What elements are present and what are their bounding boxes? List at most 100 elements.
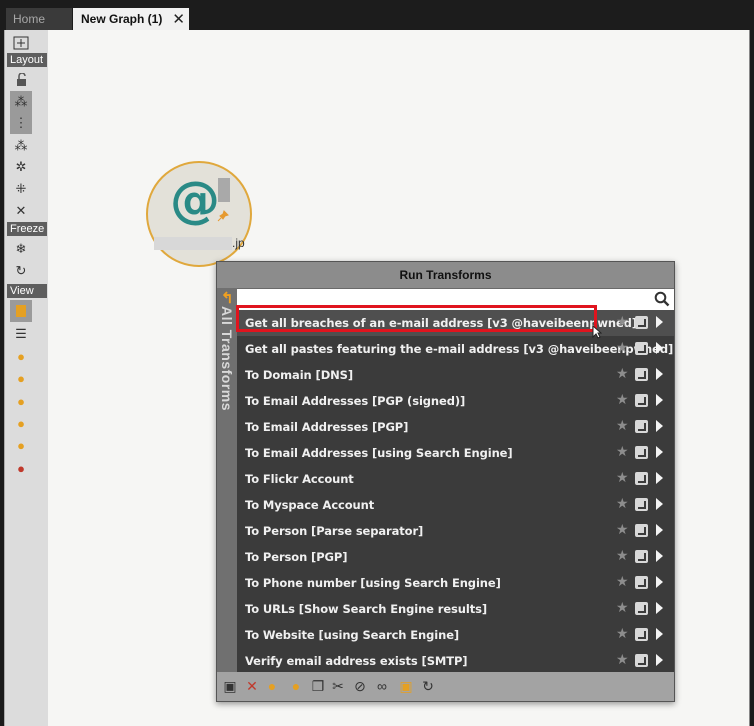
star-icon[interactable]: ★ xyxy=(616,391,629,408)
cut-icon[interactable]: ✂ xyxy=(329,677,347,695)
transform-row[interactable]: To Email Addresses [using Search Engine]… xyxy=(237,440,674,466)
refresh-icon[interactable]: ↻ xyxy=(10,260,32,282)
star-icon[interactable]: ★ xyxy=(616,521,629,538)
star-icon[interactable]: ★ xyxy=(616,547,629,564)
star-icon[interactable]: ★ xyxy=(616,651,629,668)
expand-arrow-icon[interactable] xyxy=(656,446,663,458)
transform-row[interactable]: To Email Addresses [PGP] ★ xyxy=(237,414,674,440)
view-normal-icon[interactable] xyxy=(10,300,32,322)
rank-incoming-icon[interactable]: ● xyxy=(10,367,32,389)
transform-row[interactable]: To Domain [DNS] ★ xyxy=(237,362,674,388)
star-icon[interactable]: ★ xyxy=(616,573,629,590)
expand-arrow-icon[interactable] xyxy=(656,654,663,666)
run-transform-icon[interactable] xyxy=(635,368,648,381)
rank-entity-icon[interactable]: ● xyxy=(10,457,32,479)
transform-row[interactable]: To Phone number [using Search Engine] ★ xyxy=(237,570,674,596)
run-transform-icon[interactable] xyxy=(635,576,648,589)
attach-icon[interactable]: ⊘ xyxy=(351,677,369,695)
star-icon[interactable]: ★ xyxy=(616,625,629,642)
expand-arrow-icon[interactable] xyxy=(656,368,663,380)
run-transform-icon[interactable] xyxy=(635,524,648,537)
search-icon[interactable] xyxy=(654,291,670,307)
unlock-icon[interactable] xyxy=(10,69,32,91)
layout-hierarchical-icon[interactable]: ⋮ xyxy=(10,112,32,134)
tab-new-graph[interactable]: New Graph (1) ✕ xyxy=(73,8,189,30)
cursor-icon xyxy=(592,324,603,342)
run-transform-icon[interactable] xyxy=(635,602,648,615)
transform-row[interactable]: To Myspace Account ★ xyxy=(237,492,674,518)
transform-list: Get all breaches of an e-mail address [v… xyxy=(237,310,674,672)
all-transforms-label[interactable]: All Transforms xyxy=(218,306,236,436)
transform-manager-icon[interactable]: ▣ xyxy=(221,677,239,695)
expand-arrow-icon[interactable] xyxy=(656,576,663,588)
delete-icon[interactable]: ✕ xyxy=(243,677,261,695)
run-transform-icon[interactable] xyxy=(635,628,648,641)
layout-block-icon[interactable]: ⁂ xyxy=(10,91,32,113)
transform-row[interactable]: To Person [PGP] ★ xyxy=(237,544,674,570)
expand-arrow-icon[interactable] xyxy=(656,420,663,432)
star-icon[interactable]: ★ xyxy=(616,469,629,486)
back-icon[interactable]: ↰ xyxy=(221,289,234,307)
star-icon[interactable]: ★ xyxy=(616,365,629,382)
expand-arrow-icon[interactable] xyxy=(656,550,663,562)
layout-circular-icon[interactable]: ✲ xyxy=(10,156,32,178)
transform-row[interactable]: To Website [using Search Engine] ★ xyxy=(237,622,674,648)
close-icon[interactable]: ✕ xyxy=(172,10,185,28)
run-transform-icon[interactable] xyxy=(635,472,648,485)
layout-interactive-icon[interactable]: ✕ xyxy=(10,200,32,222)
layout-organic-icon[interactable]: ⁜ xyxy=(10,178,32,200)
transform-label: To URLs [Show Search Engine results] xyxy=(245,602,488,616)
expand-arrow-icon[interactable] xyxy=(656,394,663,406)
star-icon[interactable]: ★ xyxy=(616,417,629,434)
rank-links-icon[interactable]: ● xyxy=(10,412,32,434)
expand-arrow-icon[interactable] xyxy=(656,602,663,614)
transform-row[interactable]: To Email Addresses [PGP (signed)] ★ xyxy=(237,388,674,414)
run-transform-icon[interactable] xyxy=(635,550,648,563)
expand-arrow-icon[interactable] xyxy=(656,524,663,536)
freeze-icon[interactable]: ❄ xyxy=(10,238,32,260)
merge-icon[interactable]: ● xyxy=(287,677,305,695)
view-list-icon[interactable]: ☰ xyxy=(10,323,32,345)
run-transform-icon[interactable] xyxy=(635,498,648,511)
freeze-section: Freeze xyxy=(7,222,47,236)
expand-arrow-icon[interactable] xyxy=(656,498,663,510)
transform-row-actions: ★ xyxy=(614,414,674,440)
transform-row[interactable]: To URLs [Show Search Engine results] ★ xyxy=(237,596,674,622)
transform-row-actions: ★ xyxy=(614,544,674,570)
refresh-transforms-icon[interactable]: ↻ xyxy=(419,677,437,695)
move-icon[interactable] xyxy=(10,32,32,54)
tab-home[interactable]: Home xyxy=(6,8,72,30)
expand-arrow-icon[interactable] xyxy=(656,316,663,328)
run-transform-icon[interactable] xyxy=(635,420,648,433)
rank-outgoing-icon[interactable]: ● xyxy=(10,390,32,412)
view-bubble-icon[interactable]: ● xyxy=(10,345,32,367)
transform-row-actions: ★ xyxy=(614,648,674,674)
transform-label: Get all pastes featuring the e-mail addr… xyxy=(245,342,674,356)
transform-row[interactable]: To Person [Parse separator] ★ xyxy=(237,518,674,544)
transform-label: To Website [using Search Engine] xyxy=(245,628,460,642)
star-icon[interactable]: ★ xyxy=(616,339,629,356)
layout-tree-icon[interactable]: ⁂ xyxy=(10,135,32,157)
transform-row[interactable]: Get all pastes featuring the e-mail addr… xyxy=(237,336,674,362)
link-entity-icon[interactable]: ● xyxy=(263,677,281,695)
link-icon[interactable]: ∞ xyxy=(373,677,391,695)
expand-arrow-icon[interactable] xyxy=(656,628,663,640)
star-icon[interactable]: ★ xyxy=(616,599,629,616)
run-transform-icon[interactable] xyxy=(635,316,648,329)
run-transform-icon[interactable] xyxy=(635,654,648,667)
rank-weight-icon[interactable]: ● xyxy=(10,434,32,456)
expand-arrow-icon[interactable] xyxy=(656,472,663,484)
run-transform-icon[interactable] xyxy=(635,342,648,355)
view-icon[interactable]: ▣ xyxy=(397,677,415,695)
copy-icon[interactable]: ❐ xyxy=(309,677,327,695)
expand-arrow-icon[interactable] xyxy=(656,342,663,354)
transform-label: To Email Addresses [using Search Engine] xyxy=(245,446,513,460)
transform-row[interactable]: Verify email address exists [SMTP] ★ xyxy=(237,648,674,674)
star-icon[interactable]: ★ xyxy=(616,495,629,512)
star-icon[interactable]: ★ xyxy=(616,443,629,460)
run-transform-icon[interactable] xyxy=(635,446,648,459)
run-transform-icon[interactable] xyxy=(635,394,648,407)
pin-icon xyxy=(217,210,229,225)
star-icon[interactable]: ★ xyxy=(616,313,629,330)
transform-row[interactable]: To Flickr Account ★ xyxy=(237,466,674,492)
